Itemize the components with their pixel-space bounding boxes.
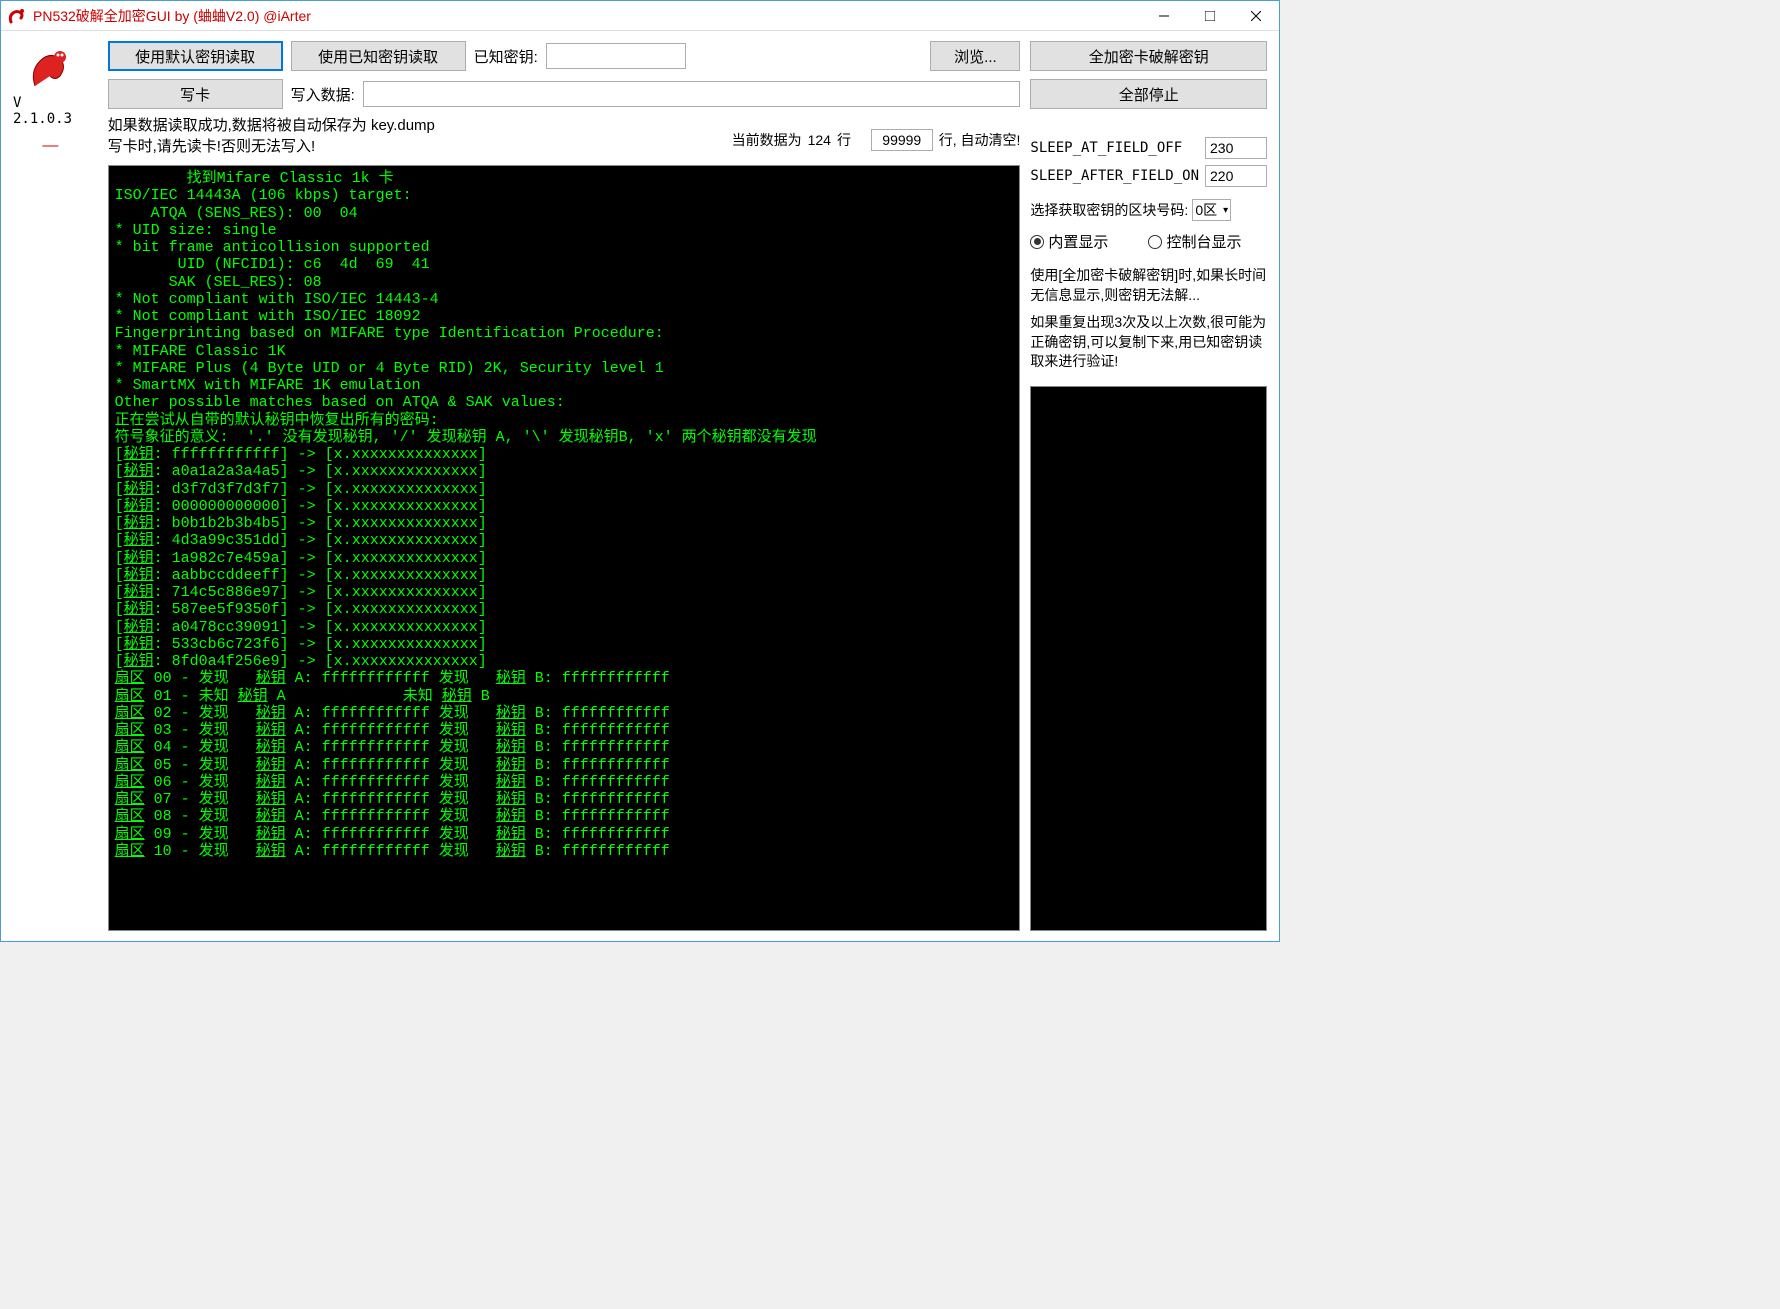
sleep-on-label: SLEEP_AFTER_FIELD_ON xyxy=(1030,168,1199,184)
current-data-suffix: 行 xyxy=(837,130,851,150)
write-data-label: 写入数据: xyxy=(291,84,355,105)
radio-internal-display[interactable]: 内置显示 xyxy=(1030,231,1108,252)
crack-all-button[interactable]: 全加密卡破解密钥 xyxy=(1030,41,1267,71)
auto-clear-input[interactable] xyxy=(871,129,933,151)
radio-console-label: 控制台显示 xyxy=(1166,231,1241,252)
hint-text-2: 写卡时,请先读卡!否则无法写入! xyxy=(108,136,722,157)
logo-area: V 2.1.0.3 — xyxy=(13,41,88,931)
sleep-on-row: SLEEP_AFTER_FIELD_ON xyxy=(1030,165,1267,187)
version-label: V 2.1.0.3 xyxy=(13,95,88,127)
hint-row: 如果数据读取成功,数据将被自动保存为 key.dump 写卡时,请先读卡!否则无… xyxy=(108,115,1021,157)
write-card-button[interactable]: 写卡 xyxy=(108,79,283,109)
hint-text-1: 如果数据读取成功,数据将被自动保存为 key.dump xyxy=(108,115,722,136)
app-window: PN532破解全加密GUI by (蛐蛐V2.0) @iArter V 2.1.… xyxy=(0,0,1280,942)
right-output-panel[interactable] xyxy=(1030,386,1267,931)
block-select-row: 选择获取密钥的区块号码: 0区 ▾ xyxy=(1030,199,1267,221)
window-title: PN532破解全加密GUI by (蛐蛐V2.0) @iArter xyxy=(33,6,1141,26)
write-data-input[interactable] xyxy=(363,81,1021,107)
radio-checked-icon xyxy=(1030,235,1044,249)
chevron-down-icon: ▾ xyxy=(1223,205,1228,216)
right-column: 全加密卡破解密钥 全部停止 SLEEP_AT_FIELD_OFF SLEEP_A… xyxy=(1030,41,1267,931)
block-select-label: 选择获取密钥的区块号码: xyxy=(1030,200,1188,220)
auto-clear-label: 行, 自动清空! xyxy=(939,130,1021,150)
radio-console-display[interactable]: 控制台显示 xyxy=(1148,231,1241,252)
known-key-input[interactable] xyxy=(546,43,686,69)
console-output[interactable]: 找到Mifare Classic 1k 卡 ISO/IEC 14443A (10… xyxy=(108,165,1021,931)
sleep-off-label: SLEEP_AT_FIELD_OFF xyxy=(1030,140,1199,156)
block-select-value: 0区 xyxy=(1195,200,1217,220)
known-key-label: 已知密钥: xyxy=(474,46,538,67)
left-column: 使用默认密钥读取 使用已知密钥读取 已知密钥: 浏览... 写卡 写入数据: 如… xyxy=(108,41,1021,931)
maximize-button[interactable] xyxy=(1187,1,1233,31)
sleep-off-input[interactable] xyxy=(1205,137,1267,159)
current-data-lines: 124 xyxy=(808,132,831,148)
dash-icon: — xyxy=(42,137,58,155)
close-button[interactable] xyxy=(1233,1,1279,31)
browse-button[interactable]: 浏览... xyxy=(930,41,1020,71)
display-mode-row: 内置显示 控制台显示 xyxy=(1030,231,1267,252)
current-data-prefix: 当前数据为 xyxy=(732,130,802,150)
stop-all-button[interactable]: 全部停止 xyxy=(1030,79,1267,109)
app-icon xyxy=(7,6,27,26)
worm-icon xyxy=(25,41,75,91)
radio-internal-label: 内置显示 xyxy=(1048,231,1108,252)
content-area: V 2.1.0.3 — 使用默认密钥读取 使用已知密钥读取 已知密钥: 浏览..… xyxy=(1,31,1279,941)
write-row: 写卡 写入数据: xyxy=(108,79,1021,109)
read-known-key-button[interactable]: 使用已知密钥读取 xyxy=(291,41,466,71)
minimize-button[interactable] xyxy=(1141,1,1187,31)
titlebar: PN532破解全加密GUI by (蛐蛐V2.0) @iArter xyxy=(1,1,1279,31)
radio-unchecked-icon xyxy=(1148,235,1162,249)
info-text-1: 使用[全加密卡破解密钥]时,如果长时间无信息显示,则密钥无法解... xyxy=(1030,266,1267,305)
top-button-row: 使用默认密钥读取 使用已知密钥读取 已知密钥: 浏览... xyxy=(108,41,1021,71)
sleep-off-row: SLEEP_AT_FIELD_OFF xyxy=(1030,137,1267,159)
info-text-2: 如果重复出现3次及以上次数,很可能为正确密钥,可以复制下来,用已知密钥读取来进行… xyxy=(1030,313,1267,372)
read-default-key-button[interactable]: 使用默认密钥读取 xyxy=(108,41,283,71)
block-select[interactable]: 0区 ▾ xyxy=(1192,199,1231,221)
sleep-on-input[interactable] xyxy=(1205,165,1267,187)
